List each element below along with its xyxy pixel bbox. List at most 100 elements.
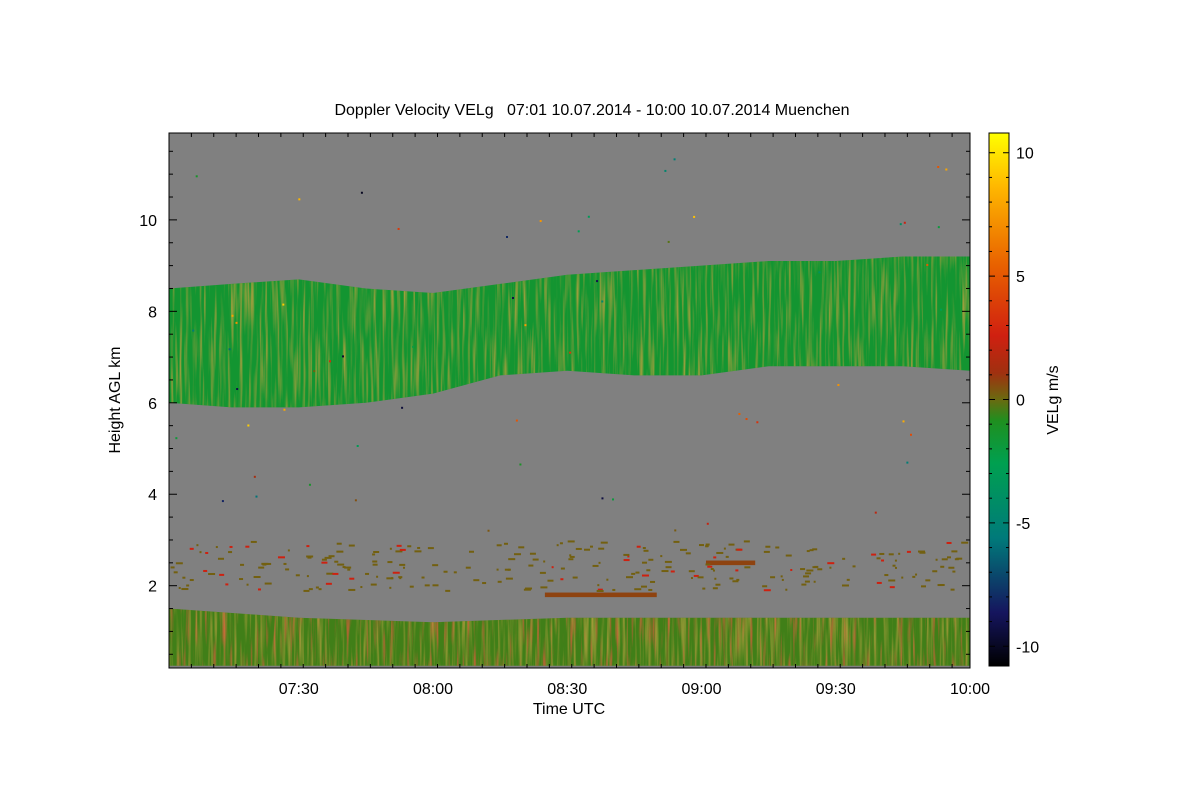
speckle (612, 498, 615, 501)
speckle (175, 562, 183, 565)
speckle (332, 572, 339, 575)
speckle (217, 557, 224, 560)
speckle (762, 585, 768, 588)
speckle (635, 571, 640, 574)
speckle (539, 571, 546, 574)
speckle (469, 550, 475, 553)
speckle (569, 351, 572, 354)
speckle (215, 546, 218, 549)
speckle (421, 576, 425, 579)
speckle (667, 240, 670, 243)
speckle (178, 586, 181, 589)
speckle (282, 303, 285, 306)
speckle (221, 500, 224, 503)
speckle (876, 581, 882, 584)
speckle (912, 575, 916, 578)
speckle (729, 577, 734, 580)
speckle (575, 547, 582, 550)
speckle (800, 568, 806, 571)
speckle (937, 226, 940, 229)
speckle (941, 558, 948, 561)
speckle (716, 551, 724, 554)
speckle (601, 497, 604, 500)
speckle (940, 565, 945, 568)
speckle (876, 557, 881, 560)
speckle (917, 550, 925, 553)
y-tick-label: 6 (148, 396, 157, 413)
speckle (506, 235, 509, 238)
speckle (556, 544, 559, 547)
speckle (674, 529, 677, 532)
speckle (508, 558, 516, 561)
speckle (801, 583, 807, 586)
speckle (496, 544, 502, 547)
speckle (505, 577, 513, 580)
speckle (354, 499, 357, 502)
speckle (937, 165, 940, 168)
speckle (837, 384, 840, 387)
speckle (803, 575, 810, 578)
speckle (497, 580, 502, 583)
speckle (852, 565, 856, 568)
colorbar-tick-label: -10 (1016, 639, 1039, 656)
speckle (899, 223, 902, 226)
speckle (712, 569, 715, 572)
speckle (360, 191, 363, 194)
speckle (915, 573, 918, 576)
speckle (235, 321, 238, 324)
speckle (664, 169, 667, 172)
speckle (690, 577, 693, 580)
speckle (240, 563, 245, 566)
speckle (660, 555, 663, 558)
speckle (386, 577, 394, 580)
speckle (246, 583, 249, 586)
speckle (396, 544, 402, 547)
speckle (728, 543, 735, 546)
speckle (465, 566, 471, 569)
speckle (702, 587, 706, 590)
speckle (601, 300, 604, 303)
speckle (560, 578, 564, 581)
speckle (261, 562, 269, 565)
speckle (399, 577, 402, 580)
speckle (547, 579, 554, 582)
speckle (348, 544, 355, 547)
speckle (432, 564, 439, 567)
speckle (372, 560, 378, 563)
speckle (643, 549, 649, 552)
speckle (253, 576, 261, 579)
speckle (577, 230, 580, 233)
speckle (195, 175, 198, 178)
speckle (846, 578, 850, 581)
speckle (623, 553, 630, 556)
speckle (909, 433, 912, 436)
speckle (539, 220, 542, 223)
speckle (623, 559, 630, 562)
x-tick-label: 08:00 (413, 681, 453, 698)
speckle (295, 574, 300, 577)
speckle (277, 556, 285, 559)
speckle (648, 558, 654, 561)
speckle (693, 215, 696, 218)
speckle (775, 546, 780, 549)
colorbar-tick-label: -5 (1016, 516, 1030, 533)
speckle (192, 329, 195, 332)
speckle (744, 566, 751, 569)
speckle (636, 545, 641, 548)
speckle (528, 564, 534, 567)
speckle (356, 445, 359, 448)
speckle (765, 545, 771, 548)
speckle (298, 198, 301, 201)
speckle (337, 563, 345, 566)
x-tick-label: 10:00 (950, 681, 990, 698)
chart-title: Doppler Velocity VELg 07:01 10.07.2014 -… (334, 102, 849, 119)
speckle (925, 579, 931, 582)
speckle (182, 576, 186, 579)
speckle (940, 308, 943, 311)
layer-thin-layer-2 (705, 560, 756, 566)
speckle (321, 558, 327, 561)
speckle (600, 541, 608, 544)
speckle (324, 556, 332, 559)
speckle (365, 572, 370, 575)
speckle (507, 568, 510, 571)
